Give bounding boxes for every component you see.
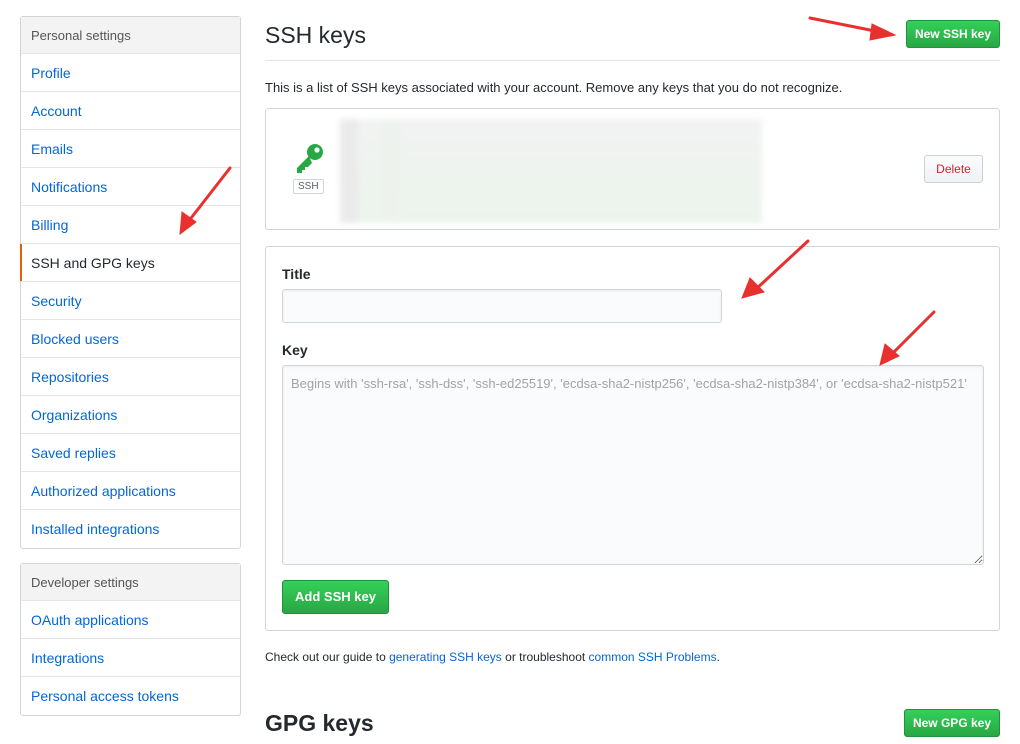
sidebar-item-oauth-applications[interactable]: OAuth applications	[21, 601, 240, 639]
menu-heading: Personal settings	[21, 17, 240, 54]
sidebar-item-emails[interactable]: Emails	[21, 130, 240, 168]
generating-ssh-keys-link[interactable]: generating SSH keys	[389, 650, 502, 664]
ssh-badge: SSH	[293, 179, 324, 194]
sidebar-item-notifications[interactable]: Notifications	[21, 168, 240, 206]
help-note-suffix: .	[716, 650, 720, 664]
key-icon	[297, 144, 323, 173]
new-ssh-key-button[interactable]: New SSH key	[906, 20, 1000, 48]
key-textarea[interactable]	[282, 365, 984, 565]
add-ssh-key-button[interactable]: Add SSH key	[282, 580, 389, 614]
help-note: Check out our guide to generating SSH ke…	[265, 650, 720, 664]
intro-text: This is a list of SSH keys associated wi…	[265, 80, 843, 95]
sidebar-item-organizations[interactable]: Organizations	[21, 396, 240, 434]
gpg-keys-title: GPG keys	[265, 710, 374, 736]
common-ssh-problems-link[interactable]: common SSH Problems	[589, 650, 717, 664]
sidebar-item-authorized-applications[interactable]: Authorized applications	[21, 472, 240, 510]
personal-settings-menu: Personal settings Profile Account Emails…	[20, 16, 241, 549]
title-input[interactable]	[282, 289, 722, 323]
new-gpg-key-button[interactable]: New GPG key	[904, 709, 1000, 737]
ssh-subhead: SSH keys New SSH key	[265, 16, 1000, 61]
help-note-middle: or troubleshoot	[501, 650, 589, 664]
sidebar-item-integrations[interactable]: Integrations	[21, 639, 240, 677]
developer-settings-menu: Developer settings OAuth applications In…	[20, 563, 241, 716]
redacted-key-details	[340, 119, 762, 223]
sidebar-item-saved-replies[interactable]: Saved replies	[21, 434, 240, 472]
key-label: Key	[282, 342, 308, 358]
ssh-key-list-item: SSH Delete	[265, 108, 1000, 230]
sidebar-item-security[interactable]: Security	[21, 282, 240, 320]
sidebar-item-profile[interactable]: Profile	[21, 54, 240, 92]
sidebar-item-account[interactable]: Account	[21, 92, 240, 130]
sidebar-item-repositories[interactable]: Repositories	[21, 358, 240, 396]
sidebar-item-blocked-users[interactable]: Blocked users	[21, 320, 240, 358]
sidebar-item-installed-integrations[interactable]: Installed integrations	[21, 510, 240, 548]
sidebar-item-billing[interactable]: Billing	[21, 206, 240, 244]
sidebar-item-ssh-gpg-keys[interactable]: SSH and GPG keys	[20, 244, 240, 282]
sidebar-item-personal-access-tokens[interactable]: Personal access tokens	[21, 677, 240, 715]
add-ssh-key-form: Title Key Add SSH key	[265, 246, 1000, 631]
menu-heading: Developer settings	[21, 564, 240, 601]
page-title: SSH keys	[265, 22, 366, 48]
delete-key-button[interactable]: Delete	[924, 155, 983, 183]
help-note-prefix: Check out our guide to	[265, 650, 390, 664]
title-label: Title	[282, 266, 311, 282]
